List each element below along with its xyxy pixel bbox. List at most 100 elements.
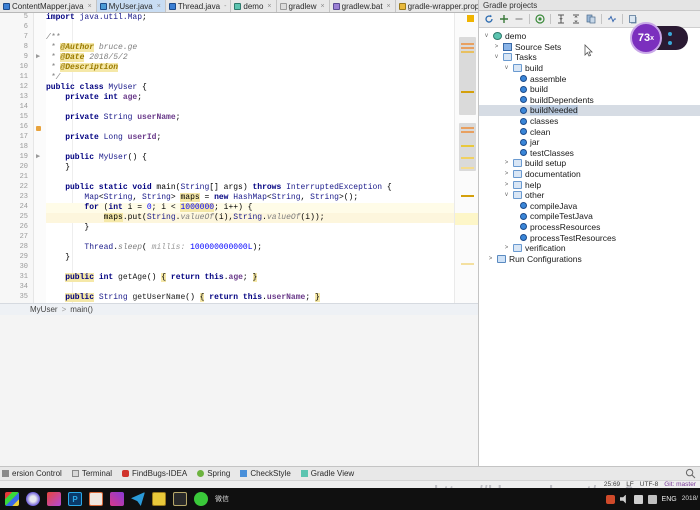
close-icon[interactable]: ×	[267, 3, 271, 10]
editor-tab-gradlew[interactable]: gradlew ×	[276, 0, 330, 12]
input-language-label[interactable]: ENG	[662, 496, 677, 503]
pdf-icon[interactable]	[89, 492, 103, 506]
tree-node-assemble[interactable]: assemble	[479, 73, 700, 84]
stripe-marker[interactable]	[461, 145, 474, 147]
warning-indicator-icon[interactable]	[467, 15, 474, 22]
paint-icon[interactable]	[110, 492, 124, 506]
stripe-marker[interactable]	[461, 127, 474, 129]
telegram-icon[interactable]	[131, 492, 145, 506]
code-line[interactable]: * @Description	[46, 63, 454, 73]
stripe-marker[interactable]	[461, 157, 474, 159]
code-line[interactable]: public String getUserName() { return thi…	[46, 293, 454, 303]
tree-node-clean[interactable]: clean	[479, 126, 700, 137]
gradle-task-tree[interactable]: v demo > Source Sets v Tasks v build ass…	[479, 28, 700, 264]
code-line[interactable]: * @Date 2018/5/2	[46, 53, 454, 63]
editor-tab-myuser[interactable]: MyUser.java ×	[96, 0, 166, 12]
browser-icon[interactable]	[26, 492, 40, 506]
editor-tab-contentmapper[interactable]: ContentMapper.java ×	[0, 0, 97, 12]
code-line[interactable]: public class MyUser {	[46, 83, 454, 93]
chevron-right-icon[interactable]: >	[503, 182, 510, 188]
git-branch-indicator[interactable]: Git: master	[664, 481, 696, 488]
tree-node-jar[interactable]: jar	[479, 137, 700, 148]
code-line[interactable]: for (int i = 0; i < 1000000; i++) {	[46, 203, 454, 213]
code-line[interactable]	[46, 103, 454, 113]
stripe-marker[interactable]	[461, 167, 474, 169]
status-bar[interactable]: 25:69 LF UTF-8 Git: master	[0, 480, 700, 488]
tree-node-documentation[interactable]: > documentation	[479, 169, 700, 180]
system-tray[interactable]: ENG 2018/	[605, 488, 698, 510]
photoshop-icon[interactable]: P	[68, 492, 82, 506]
recorder-overlay-badge[interactable]: 73 x	[630, 22, 690, 54]
code-text-area[interactable]: import java.util.Map; /** * @Author bruc…	[46, 13, 454, 303]
tool-window-terminal[interactable]: Terminal	[71, 469, 112, 478]
taskbar-clock[interactable]: 2018/	[682, 495, 698, 503]
code-line[interactable]: }	[46, 223, 454, 233]
tree-node-buildDependents[interactable]: buildDependents	[479, 95, 700, 106]
tree-node-buildNeeded[interactable]: buildNeeded	[479, 105, 700, 116]
gradle-projects-panel[interactable]: Gradle projects v demo > Source Sets v T…	[478, 0, 700, 466]
file-encoding[interactable]: UTF-8	[640, 481, 658, 488]
breakpoint-marker-icon[interactable]	[36, 126, 41, 131]
code-line[interactable]: * @Author bruce.ge	[46, 43, 454, 53]
expand-icon[interactable]	[571, 14, 581, 24]
stripe-marker[interactable]	[461, 131, 474, 133]
editor-tab-bar[interactable]: ContentMapper.java × MyUser.java × Threa…	[0, 0, 478, 13]
editor-tab-gradlew-bat[interactable]: gradlew.bat ×	[329, 0, 396, 12]
chevron-down-icon[interactable]: v	[483, 33, 490, 39]
tree-node-build-setup[interactable]: > build setup	[479, 158, 700, 169]
chevron-down-icon[interactable]: v	[503, 192, 510, 198]
tool-window-gradle-view[interactable]: Gradle View	[300, 469, 354, 478]
stripe-marker[interactable]	[461, 43, 474, 45]
tasks-icon[interactable]	[586, 14, 596, 24]
fold-arrow-icon[interactable]: ▶	[36, 52, 40, 61]
code-line[interactable]: public int getAge() { return this.age; }	[46, 273, 454, 283]
wechat-icon[interactable]	[194, 492, 208, 506]
tree-node-help[interactable]: > help	[479, 179, 700, 190]
tree-node-build-group[interactable]: v build	[479, 63, 700, 74]
tool-window-spring[interactable]: Spring	[197, 469, 230, 478]
code-line[interactable]	[46, 143, 454, 153]
close-icon[interactable]: ×	[387, 3, 391, 10]
stripe-marker[interactable]	[461, 263, 474, 265]
close-icon[interactable]: ×	[88, 3, 92, 10]
close-icon[interactable]: ×	[321, 3, 325, 10]
editor-icon[interactable]	[173, 492, 187, 506]
search-icon[interactable]	[685, 468, 696, 479]
code-line[interactable]: private int age;	[46, 93, 454, 103]
code-line[interactable]: maps.put(String.valueOf(i),String.valueO…	[46, 213, 454, 223]
code-line[interactable]: Thread.sleep( millis: 100000000000L);	[46, 243, 454, 253]
editor-error-stripe[interactable]	[454, 13, 478, 303]
tool-window-findbugs[interactable]: FindBugs-IDEA	[122, 469, 187, 478]
chevron-right-icon[interactable]: >	[503, 171, 510, 177]
tree-node-processTestResources[interactable]: processTestResources	[479, 232, 700, 243]
code-line[interactable]	[46, 263, 454, 273]
code-line[interactable]: public MyUser() {	[46, 153, 454, 163]
overlay-speed-badge[interactable]: 73 x	[630, 22, 662, 54]
tool-window-checkstyle[interactable]: CheckStyle	[240, 469, 291, 478]
close-icon[interactable]: ×	[157, 3, 161, 10]
add-icon[interactable]	[499, 14, 509, 24]
tree-node-run-configurations[interactable]: > Run Configurations	[479, 253, 700, 264]
remove-icon[interactable]	[514, 14, 524, 24]
notes-icon[interactable]	[152, 492, 166, 506]
editor-tab-thread[interactable]: Thread.java -	[165, 0, 232, 12]
code-line[interactable]: private Long userId;	[46, 133, 454, 143]
code-line[interactable]	[46, 123, 454, 133]
tree-node-classes[interactable]: classes	[479, 116, 700, 127]
code-editor[interactable]: ▶ ▶ 5 6 7 8 9 10 11 12 13 14 15 16 17 18…	[0, 13, 478, 303]
breadcrumb-class[interactable]: MyUser	[30, 305, 58, 314]
chevron-right-icon[interactable]: >	[493, 44, 500, 50]
collapse-icon[interactable]	[556, 14, 566, 24]
stripe-marker[interactable]	[461, 195, 474, 197]
stripe-marker[interactable]	[461, 91, 474, 93]
tree-node-verification[interactable]: > verification	[479, 243, 700, 254]
tree-node-build[interactable]: build	[479, 84, 700, 95]
tree-node-compileTestJava[interactable]: compileTestJava	[479, 211, 700, 222]
stripe-marker[interactable]	[461, 51, 474, 53]
chevron-down-icon[interactable]: v	[493, 54, 500, 60]
code-line[interactable]	[46, 233, 454, 243]
code-line[interactable]: */	[46, 73, 454, 83]
refresh-icon[interactable]	[484, 14, 494, 24]
code-line[interactable]: Map<String, String> maps = new HashMap<S…	[46, 193, 454, 203]
code-line[interactable]	[46, 173, 454, 183]
